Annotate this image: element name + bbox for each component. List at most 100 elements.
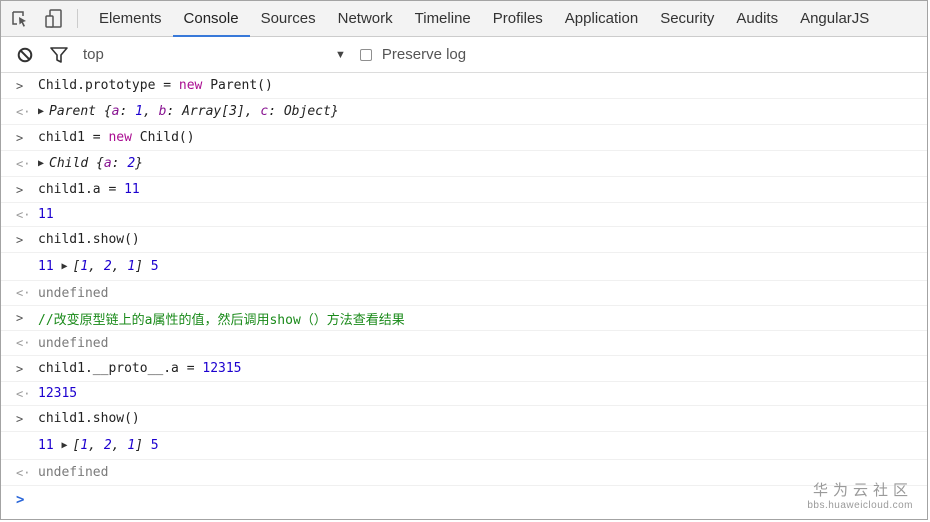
- punctuation: ,: [142, 104, 159, 119]
- tab-elements[interactable]: Elements: [88, 1, 173, 36]
- console-log-line[interactable]: 11 ▶ [1, 2, 1] 5: [1, 253, 927, 281]
- expand-triangle-icon[interactable]: ▶: [38, 158, 44, 169]
- tab-network[interactable]: Network: [327, 1, 404, 36]
- tab-profiles[interactable]: Profiles: [482, 1, 554, 36]
- number-value: 1: [80, 259, 89, 274]
- inspect-element-icon[interactable]: [1, 1, 39, 36]
- watermark-title: 华为云社区: [812, 482, 913, 499]
- code-text: child1.a =: [38, 182, 125, 197]
- result-arrow-icon: <·: [16, 336, 31, 350]
- input-prompt-icon: >: [16, 78, 24, 93]
- tab-sources[interactable]: Sources: [250, 1, 327, 36]
- tab-audits[interactable]: Audits: [725, 1, 789, 36]
- number-value: 1: [127, 438, 136, 453]
- number-value: 11: [38, 259, 54, 274]
- toolbar-divider: [77, 9, 78, 28]
- input-prompt-icon: >: [16, 361, 24, 376]
- console-filter-bar: top ▼ Preserve log: [1, 37, 927, 73]
- tab-console[interactable]: Console: [172, 1, 250, 37]
- console-input-line[interactable]: > child1.a = 11: [1, 177, 927, 203]
- property-value: : Array[3],: [166, 104, 261, 119]
- filter-icon[interactable]: [49, 45, 69, 65]
- code-text: Parent(): [202, 78, 273, 93]
- number-value: 2: [103, 438, 112, 453]
- console-result-line[interactable]: <· 12315: [1, 382, 927, 406]
- object-name: Child {: [49, 156, 104, 171]
- punctuation: }: [135, 156, 143, 171]
- expand-triangle-icon[interactable]: ▶: [38, 106, 44, 117]
- expand-triangle-icon[interactable]: ▶: [61, 440, 67, 451]
- console-result-line[interactable]: <· undefined: [1, 331, 927, 356]
- clear-console-icon[interactable]: [15, 45, 35, 65]
- console-input-line[interactable]: > child1 = new Child(): [1, 125, 927, 151]
- number-value: 11: [124, 182, 140, 197]
- undefined-text: undefined: [38, 335, 109, 351]
- array-preview[interactable]: [1, 2, 1]: [73, 259, 143, 274]
- punctuation: ]: [135, 438, 143, 453]
- number-value: 5: [150, 259, 159, 274]
- tab-timeline[interactable]: Timeline: [404, 1, 482, 36]
- property-key: a: [103, 156, 112, 171]
- device-mode-icon[interactable]: [39, 1, 69, 36]
- console-input-line[interactable]: > child1.show(): [1, 227, 927, 253]
- console-input-line[interactable]: > child1.__proto__.a = 12315: [1, 356, 927, 382]
- input-prompt-icon: >: [16, 232, 24, 247]
- input-prompt-icon: >: [16, 311, 24, 325]
- punctuation: ,: [88, 438, 104, 453]
- punctuation: :: [111, 156, 128, 171]
- code-text: child1.show(): [38, 411, 140, 426]
- input-prompt-icon: >: [16, 130, 24, 145]
- console-prompt-icon: >: [16, 491, 25, 508]
- devtools-window: Elements Console Sources Network Timelin…: [0, 0, 928, 520]
- tab-application[interactable]: Application: [554, 1, 649, 36]
- number-value: 12315: [38, 386, 78, 401]
- tab-security[interactable]: Security: [649, 1, 725, 36]
- comment-text: //改变原型链上的a属性的值，然后调用show（）方法查看结果: [38, 312, 405, 328]
- keyword-text: new: [178, 78, 203, 93]
- preserve-log-checkbox[interactable]: [359, 48, 372, 61]
- number-value: 2: [103, 259, 112, 274]
- panel-tabs: Elements Console Sources Network Timelin…: [88, 1, 880, 37]
- number-value: 2: [127, 156, 136, 171]
- console-result-line[interactable]: <· 11: [1, 203, 927, 227]
- tab-angularjs[interactable]: AngularJS: [789, 1, 880, 36]
- devtools-tab-bar: Elements Console Sources Network Timelin…: [1, 1, 927, 37]
- property-value: : Object}: [268, 104, 339, 119]
- object-preview[interactable]: Child {a: 2}: [49, 156, 143, 171]
- console-input-line[interactable]: > //改变原型链上的a属性的值，然后调用show（）方法查看结果: [1, 306, 927, 331]
- number-value: 5: [150, 438, 159, 453]
- punctuation: ,: [111, 438, 128, 453]
- console-messages[interactable]: > Child.prototype = new Parent() <· ▶ Par…: [1, 73, 927, 513]
- result-arrow-icon: <·: [16, 207, 31, 222]
- watermark: 华为云社区 bbs.huaweicloud.com: [807, 479, 913, 511]
- watermark-url: bbs.huaweicloud.com: [807, 500, 913, 511]
- code-text: child1 =: [38, 130, 109, 145]
- number-value: 1: [135, 104, 143, 119]
- console-prompt-line[interactable]: >: [1, 486, 927, 513]
- result-arrow-icon: <·: [16, 465, 31, 480]
- punctuation: :: [119, 104, 136, 119]
- object-name: Parent {: [49, 104, 112, 119]
- context-selector[interactable]: top: [83, 46, 335, 63]
- input-prompt-icon: >: [16, 411, 24, 426]
- preserve-log-label: Preserve log: [381, 46, 467, 63]
- number-value: 12315: [202, 361, 242, 376]
- console-input-line[interactable]: > child1.show(): [1, 406, 927, 432]
- array-preview[interactable]: [1, 2, 1]: [73, 438, 143, 453]
- console-result-line[interactable]: <· ▶ Child {a: 2}: [1, 151, 927, 177]
- punctuation: ,: [88, 259, 104, 274]
- console-result-line[interactable]: <· ▶ Parent {a: 1, b: Array[3], c: Object…: [1, 99, 927, 125]
- console-result-line[interactable]: <· undefined: [1, 281, 927, 306]
- console-result-line[interactable]: <· undefined: [1, 460, 927, 486]
- code-text: Child(): [131, 130, 195, 145]
- object-preview[interactable]: Parent {a: 1, b: Array[3], c: Object}: [49, 104, 339, 119]
- console-log-line[interactable]: 11 ▶ [1, 2, 1] 5: [1, 432, 927, 460]
- expand-triangle-icon[interactable]: ▶: [61, 261, 67, 272]
- context-dropdown-arrow-icon[interactable]: ▼: [335, 49, 346, 61]
- undefined-text: undefined: [38, 285, 109, 301]
- number-value: 1: [127, 259, 136, 274]
- punctuation: ,: [111, 259, 128, 274]
- result-arrow-icon: <·: [16, 104, 31, 119]
- input-prompt-icon: >: [16, 182, 24, 197]
- console-input-line[interactable]: > Child.prototype = new Parent(): [1, 73, 927, 99]
